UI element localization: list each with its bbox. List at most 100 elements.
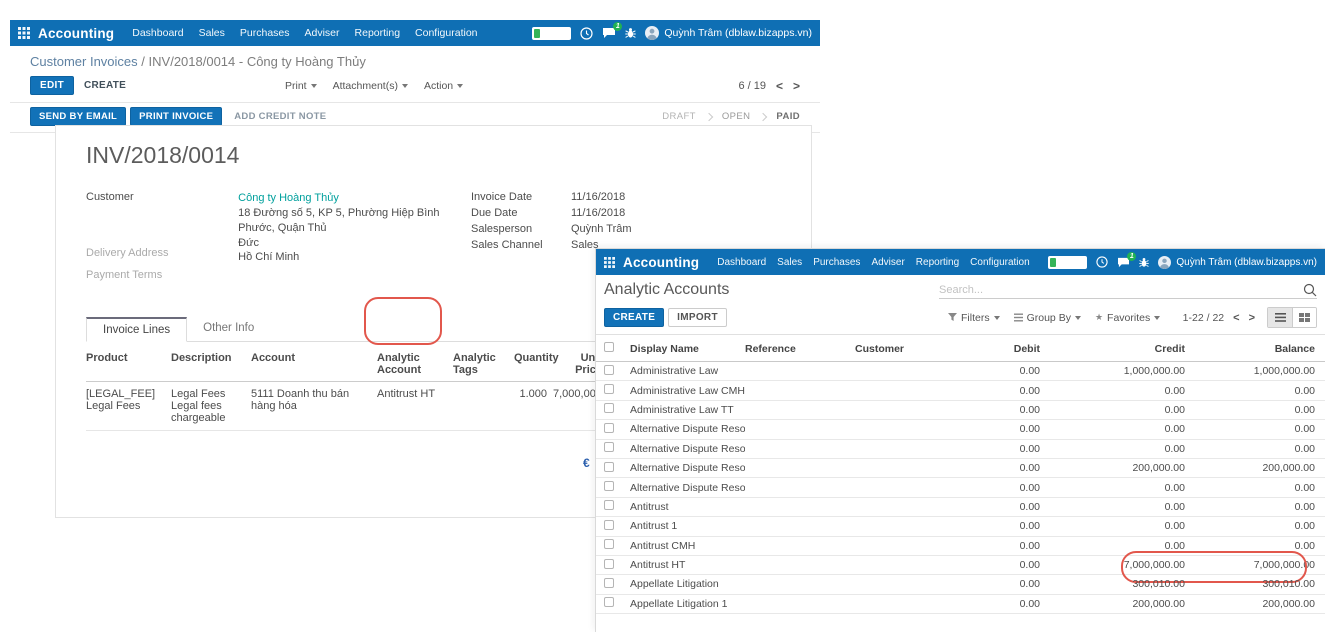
timer-progress (534, 29, 540, 38)
select-all-checkbox[interactable] (604, 342, 630, 355)
create-button[interactable]: CREATE (74, 76, 136, 95)
table-row[interactable]: Appellate Litigation 1 0.00 200,000.00 2… (596, 595, 1325, 614)
cell-display-name: Antitrust HT (630, 559, 745, 571)
messages-icon[interactable]: 1 (602, 27, 616, 39)
menu-dashboard[interactable]: Dashboard (132, 27, 183, 39)
row-checkbox[interactable] (604, 500, 630, 513)
cell-display-name: Appellate Litigation (630, 578, 745, 590)
search-input[interactable] (939, 284, 1303, 296)
clock-icon[interactable] (1096, 256, 1108, 268)
col-debit[interactable]: Debit (960, 343, 1040, 355)
row-checkbox[interactable] (604, 423, 630, 436)
menu-configuration[interactable]: Configuration (970, 257, 1029, 268)
row-checkbox[interactable] (604, 403, 630, 416)
bug-icon[interactable] (1139, 257, 1149, 268)
app-name[interactable]: Accounting (38, 26, 114, 41)
menu-adviser[interactable]: Adviser (871, 257, 904, 268)
table-row[interactable]: Alternative Dispute Resolution 0.00 0.00… (596, 420, 1325, 439)
row-checkbox[interactable] (604, 481, 630, 494)
pager-next-button[interactable]: > (1249, 312, 1255, 324)
apps-menu-icon[interactable] (18, 27, 30, 39)
pager-prev-button[interactable]: < (776, 79, 783, 93)
edit-button[interactable]: EDIT (30, 76, 74, 95)
row-checkbox[interactable] (604, 559, 630, 572)
menu-purchases[interactable]: Purchases (240, 27, 290, 39)
clock-icon[interactable] (580, 27, 593, 40)
breadcrumb-separator: / (141, 54, 145, 69)
cell-credit: 0.00 (1040, 443, 1185, 455)
row-checkbox[interactable] (604, 520, 630, 533)
table-row[interactable]: Alternative Dispute Resolution 1 0.00 0.… (596, 478, 1325, 497)
list-view-button[interactable] (1268, 308, 1292, 327)
table-row[interactable]: Alternative Dispute Resolution 0.00 0.00… (596, 440, 1325, 459)
favorites-dropdown[interactable]: ★ Favorites (1095, 312, 1160, 324)
messages-icon[interactable]: 1 (1117, 257, 1130, 268)
status-pipeline: DRAFT OPEN PAID (662, 111, 800, 122)
cell-credit: 7,000,000.00 (1040, 559, 1185, 571)
menu-adviser[interactable]: Adviser (305, 27, 340, 39)
table-row[interactable]: Antitrust CMH 0.00 0.00 0.00 (596, 537, 1325, 556)
state-paid[interactable]: PAID (776, 111, 800, 122)
group-by-dropdown[interactable]: Group By (1014, 312, 1081, 324)
state-draft[interactable]: DRAFT (662, 111, 696, 122)
row-checkbox[interactable] (604, 578, 630, 591)
salesperson-link[interactable]: Quỳnh Trâm (571, 223, 632, 235)
bug-icon[interactable] (625, 27, 636, 39)
row-checkbox[interactable] (604, 462, 630, 475)
filters-dropdown[interactable]: Filters (948, 312, 1000, 324)
menu-dashboard[interactable]: Dashboard (717, 257, 766, 268)
row-checkbox[interactable] (604, 539, 630, 552)
search-icon[interactable] (1303, 283, 1317, 297)
row-checkbox[interactable] (604, 442, 630, 455)
pager-next-button[interactable]: > (793, 79, 800, 93)
pager-prev-button[interactable]: < (1233, 312, 1239, 324)
cell-debit: 0.00 (960, 520, 1040, 532)
attachments-dropdown[interactable]: Attachment(s) (333, 80, 408, 92)
user-menu[interactable]: Quỳnh Trâm (dblaw.bizapps.vn) (645, 26, 812, 40)
print-dropdown[interactable]: Print (285, 80, 317, 92)
table-row[interactable]: Administrative Law 0.00 1,000,000.00 1,0… (596, 362, 1325, 381)
timer-widget[interactable] (1048, 256, 1087, 269)
col-balance[interactable]: Balance (1185, 343, 1317, 355)
timer-widget[interactable] (532, 27, 571, 40)
menu-purchases[interactable]: Purchases (813, 257, 860, 268)
tab-other-info[interactable]: Other Info (187, 317, 270, 341)
add-credit-note-button[interactable]: ADD CREDIT NOTE (234, 111, 326, 122)
customer-link[interactable]: Công ty Hoàng Thủy (238, 191, 441, 206)
table-row[interactable]: Antitrust 0.00 0.00 0.00 (596, 498, 1325, 517)
print-invoice-button[interactable]: PRINT INVOICE (130, 107, 222, 126)
action-dropdown[interactable]: Action (424, 80, 463, 92)
col-credit[interactable]: Credit (1040, 343, 1185, 355)
col-customer[interactable]: Customer (855, 343, 960, 355)
cell-credit: 1,000,000.00 (1040, 365, 1185, 377)
table-row[interactable]: Appellate Litigation 0.00 300,010.00 300… (596, 575, 1325, 594)
tab-invoice-lines[interactable]: Invoice Lines (86, 317, 187, 342)
row-checkbox[interactable] (604, 597, 630, 610)
table-row[interactable]: Antitrust HT 0.00 7,000,000.00 7,000,000… (596, 556, 1325, 575)
create-button[interactable]: CREATE (604, 308, 664, 327)
cell-credit: 0.00 (1040, 501, 1185, 513)
kanban-view-button[interactable] (1292, 308, 1316, 327)
topbar-right: 1 Quỳnh Trâm (dblaw.bizapps.vn) (1048, 256, 1317, 269)
menu-reporting[interactable]: Reporting (916, 257, 959, 268)
menu-sales[interactable]: Sales (777, 257, 802, 268)
cell-credit: 0.00 (1040, 385, 1185, 397)
import-button[interactable]: IMPORT (668, 308, 727, 327)
breadcrumb-customer-invoices[interactable]: Customer Invoices (30, 54, 138, 69)
user-menu[interactable]: Quỳnh Trâm (dblaw.bizapps.vn) (1158, 256, 1317, 269)
table-row[interactable]: Alternative Dispute Resolution 0.00 200,… (596, 459, 1325, 478)
table-row[interactable]: Administrative Law TT 0.00 0.00 0.00 (596, 401, 1325, 420)
menu-configuration[interactable]: Configuration (415, 27, 477, 39)
state-open[interactable]: OPEN (722, 111, 751, 122)
menu-reporting[interactable]: Reporting (355, 27, 401, 39)
send-by-email-button[interactable]: SEND BY EMAIL (30, 107, 126, 126)
table-row[interactable]: Administrative Law CMH 0.00 0.00 0.00 (596, 381, 1325, 400)
row-checkbox[interactable] (604, 365, 630, 378)
col-reference[interactable]: Reference (745, 343, 855, 355)
menu-sales[interactable]: Sales (199, 27, 225, 39)
app-name[interactable]: Accounting (623, 255, 699, 270)
row-checkbox[interactable] (604, 384, 630, 397)
col-display-name[interactable]: Display Name (630, 343, 745, 355)
table-row[interactable]: Antitrust 1 0.00 0.00 0.00 (596, 517, 1325, 536)
apps-menu-icon[interactable] (604, 257, 615, 268)
